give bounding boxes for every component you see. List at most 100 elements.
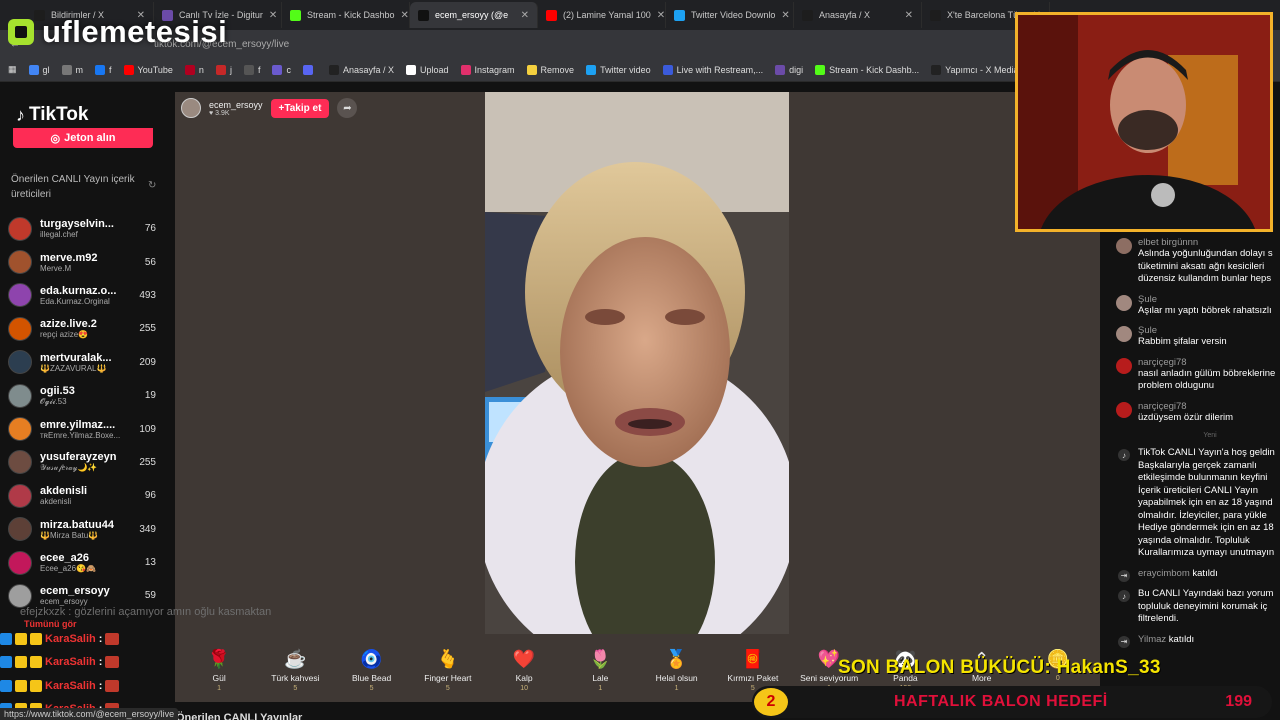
chat-username[interactable]: Şule — [1138, 294, 1278, 305]
host-name[interactable]: ecem_ersoyy — [209, 100, 263, 110]
apps-grid-icon[interactable]: ▦ — [8, 64, 17, 75]
bookmark-item[interactable]: Remove — [526, 64, 574, 75]
creator-row[interactable]: ogii.53 𝓞𝓰𝓲𝓲.53 19 — [8, 379, 168, 412]
creator-row[interactable]: ecee_a26 Ecee_a26😘🙈 13 — [8, 546, 168, 579]
chat-avatar[interactable] — [1116, 294, 1132, 311]
host-avatar[interactable] — [181, 98, 201, 118]
tiktok-logo[interactable]: ♪ TikTok — [16, 104, 88, 126]
browser-tab[interactable]: Anasayfa / X ✕ — [794, 2, 922, 28]
creator-avatar[interactable] — [8, 283, 32, 308]
chat-badge-icon — [15, 656, 27, 669]
creator-viewer-count: 209 — [139, 356, 156, 368]
bookmark-item[interactable]: YouTube — [123, 64, 173, 75]
follow-button[interactable]: +Takip et — [270, 98, 330, 118]
bookmark-item[interactable]: f — [95, 64, 112, 75]
creator-row[interactable]: merve.m92 Merve.M 56 — [8, 245, 168, 278]
creator-username: ecee_a26 — [40, 552, 89, 565]
gift-item[interactable]: 🌷 Lale 1 — [562, 640, 638, 702]
gift-icon: 🧿 — [360, 648, 383, 669]
close-tab-icon[interactable]: ✕ — [781, 10, 789, 21]
close-tab-icon[interactable]: ✕ — [657, 10, 665, 21]
chat-avatar[interactable] — [1116, 326, 1132, 342]
bookmark-item[interactable]: Anasayfa / X — [328, 64, 394, 75]
creator-username: emre.yilmaz.... — [40, 418, 116, 431]
creator-names: mirza.batuu44 🔱Mirza Batu🔱 — [40, 519, 130, 540]
weekly-balloon-goal: 2 HAFTALIK BALON HEDEFİ 199 — [752, 686, 1272, 718]
close-tab-icon[interactable]: ✕ — [401, 10, 409, 21]
creator-avatar[interactable] — [8, 250, 32, 275]
bookmark-item[interactable]: n — [184, 64, 204, 75]
ghost-chat-text: efejzkxzk : gözlerini açamıyor amın oğlu… — [20, 606, 272, 618]
creator-avatar[interactable] — [8, 383, 32, 408]
bookmark-item[interactable]: j — [215, 64, 232, 75]
chat-text: Aşılar mı yaptı böbrek rahatsızlı — [1138, 304, 1272, 316]
creator-avatar[interactable] — [8, 417, 32, 442]
creator-nickname: Merve.M — [40, 263, 72, 273]
chat-avatar[interactable] — [1116, 401, 1132, 418]
chat-username[interactable]: elbet birgünnn — [1138, 237, 1278, 248]
creator-viewer-count: 59 — [144, 590, 156, 602]
browser-tab[interactable]: Stream - Kick Dashbo ✕ — [282, 2, 410, 28]
overlay-chat-line: KaraSalih: — [0, 627, 360, 651]
bookmark-item[interactable]: f — [243, 64, 260, 75]
chat-username[interactable]: narçiçegi78 — [1138, 401, 1278, 412]
browser-tab[interactable]: (2) Lamine Yamal 100 ✕ — [538, 2, 666, 28]
creator-row[interactable]: turgayselvin... illegal.chef 76 — [8, 212, 168, 245]
bookmark-label: f — [109, 64, 112, 75]
bookmark-item[interactable]: Stream - Kick Dashb... — [815, 64, 919, 75]
bookmark-icon — [526, 64, 537, 75]
bookmark-item[interactable]: Twitter video — [586, 64, 651, 75]
chat-badge-icon — [0, 632, 12, 645]
chat-username[interactable]: narçiçegi78 — [1138, 357, 1278, 368]
creator-avatar[interactable] — [8, 216, 32, 241]
creator-row[interactable]: azize.live.2 repçi azize😍 255 — [8, 312, 168, 345]
share-icon[interactable]: ➦ — [337, 98, 358, 118]
bookmark-item[interactable]: Instagram — [460, 64, 515, 75]
creator-avatar[interactable] — [8, 517, 32, 542]
live-video[interactable] — [485, 92, 789, 634]
close-tab-icon[interactable]: ✕ — [521, 10, 529, 21]
join-username[interactable]: eraycimbom — [1138, 568, 1190, 579]
chat-avatar[interactable] — [1116, 238, 1132, 254]
bookmark-item[interactable]: gl — [28, 64, 50, 75]
creator-avatar[interactable] — [8, 350, 32, 375]
creator-nickname: Eda.Kurnaz.Orginal — [40, 296, 110, 306]
gift-item[interactable]: 🫰 Finger Heart 5 — [410, 640, 486, 702]
bookmark-item[interactable]: m — [61, 64, 83, 75]
creator-row[interactable]: mertvuralak... 🔱ZAZAVURAL🔱 209 — [8, 346, 168, 379]
close-tab-icon[interactable]: ✕ — [269, 10, 277, 21]
bookmark-item[interactable]: Upload — [405, 64, 449, 75]
creator-avatar[interactable] — [8, 316, 32, 341]
bookmark-item[interactable] — [302, 64, 317, 75]
browser-tab[interactable]: Twitter Video Downlo ✕ — [666, 2, 794, 28]
bookmark-item[interactable]: c — [272, 64, 291, 75]
see-all-link[interactable]: Tümünü gör — [24, 619, 77, 629]
creator-row[interactable]: emre.yilmaz.... ᴛʀEmre.Yilmaz.Boxe... 109 — [8, 412, 168, 445]
tab-favicon-icon — [802, 9, 813, 21]
creator-row[interactable]: eda.kurnaz.o... Eda.Kurnaz.Orginal 493 — [8, 279, 168, 312]
refresh-icon[interactable]: ↻ — [148, 180, 156, 191]
chat-text: problem oldugunu — [1138, 380, 1215, 391]
bookmark-icon — [328, 64, 339, 75]
streamer-webcam — [1015, 12, 1273, 232]
bookmark-item[interactable]: digi — [775, 64, 803, 75]
join-icon: ⇥ — [1118, 635, 1130, 648]
creator-username: yusuferayzeyn — [40, 451, 117, 464]
creator-avatar[interactable] — [8, 583, 32, 608]
bookmark-item[interactable]: Live with Restream,... — [662, 64, 763, 75]
join-username[interactable]: Yilmaz — [1138, 634, 1166, 645]
chat-username[interactable]: Şule — [1138, 325, 1278, 336]
creator-row[interactable]: mirza.batuu44 🔱Mirza Batu🔱 349 — [8, 513, 168, 546]
browser-tab[interactable]: ecem_ersoyy (@e ✕ — [410, 2, 538, 28]
close-tab-icon[interactable]: ✕ — [905, 10, 913, 21]
gift-item[interactable]: ❤️ Kalp 10 — [486, 640, 562, 702]
chat-avatar[interactable] — [1116, 357, 1132, 374]
creator-row[interactable]: akdenisli akdenisli 96 — [8, 479, 168, 512]
gift-item[interactable]: 🏅 Helal olsun 1 — [639, 640, 715, 702]
creator-row[interactable]: yusuferayzeyn 𝒴𝓊𝓈𝓊𝒻𝑒𝓇𝒶𝓎🌙✨ 255 — [8, 446, 168, 479]
creator-avatar[interactable] — [8, 450, 32, 475]
tab-label: (2) Lamine Yamal 100 — [563, 10, 651, 20]
creator-avatar[interactable] — [8, 483, 32, 508]
buy-coins-button[interactable]: ◎ Jeton alın — [13, 128, 153, 148]
creator-avatar[interactable] — [8, 550, 32, 575]
